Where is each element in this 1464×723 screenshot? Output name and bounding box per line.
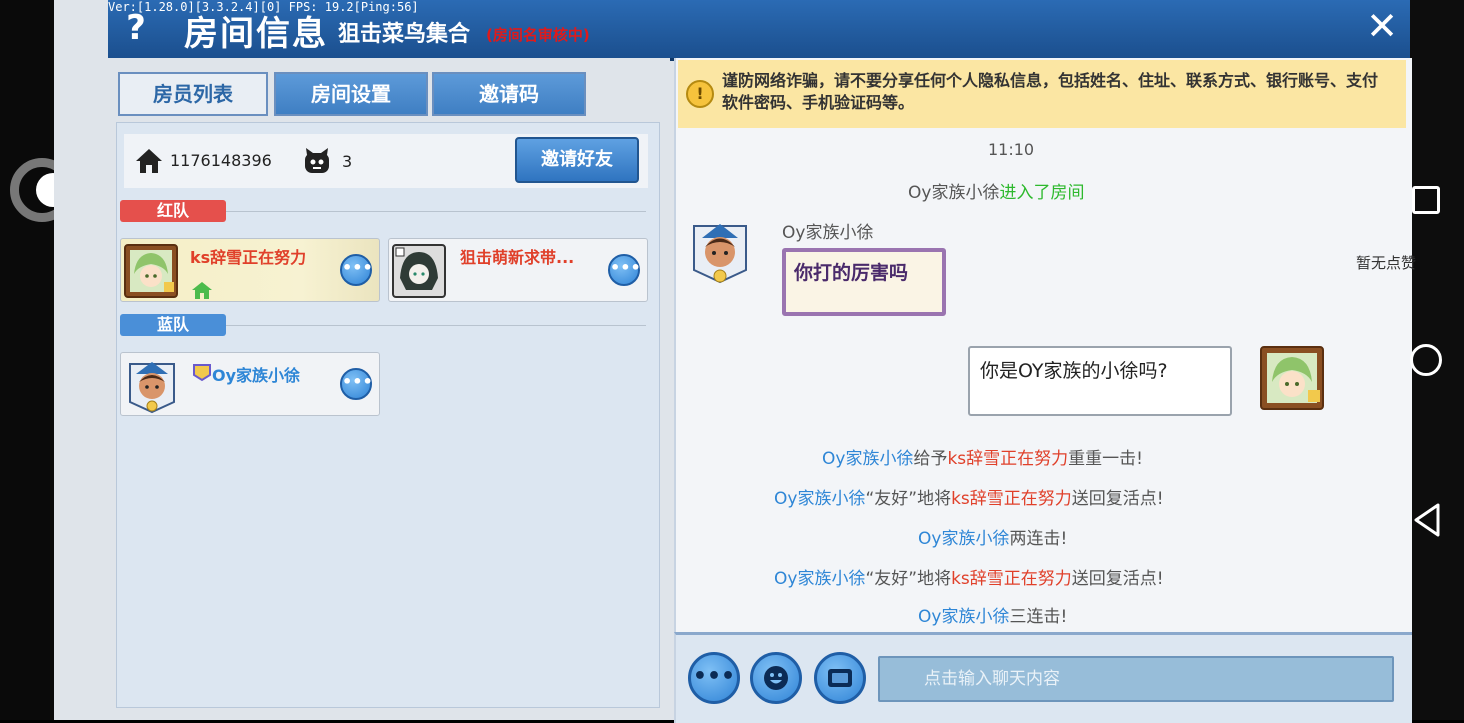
battle-event: Oy家族小徐“友好”地将ks辞雪正在努力送回复活点! (774, 484, 1164, 509)
chat-clip: Oy家族小徐三连击! (678, 600, 1406, 630)
sender-name: Oy家族小徐 (782, 223, 874, 243)
member-avatar[interactable] (392, 244, 446, 298)
chat-more-button[interactable]: ••• (688, 652, 740, 704)
host-house-icon (192, 282, 212, 299)
member-more-button[interactable]: ••• (340, 368, 373, 400)
event-actor: Oy家族小徐 (774, 489, 866, 509)
event-result: 送回复活点! (1071, 569, 1164, 589)
recent-apps-icon[interactable] (1412, 186, 1440, 214)
event-target: ks辞雪正在努力 (947, 449, 1069, 469)
join-message: Oy家族小徐进入了房间 (908, 178, 1084, 203)
event-verb: “友好”地将 (865, 489, 952, 509)
event-target: ks辞雪正在努力 (951, 569, 1072, 589)
event-result: 送回复活点! (1071, 489, 1164, 509)
sender-avatar[interactable] (688, 216, 752, 286)
home-icon (136, 149, 162, 173)
no-likes-label: 暂无点赞 (1356, 254, 1417, 272)
event-actor: Oy家族小徐 (822, 449, 914, 469)
member-more-button[interactable]: ••• (608, 254, 641, 286)
close-button[interactable]: ✕ (1362, 6, 1402, 46)
warning-icon: ! (686, 80, 714, 108)
battle-event: Oy家族小徐“友好”地将ks辞雪正在努力送回复活点! (774, 564, 1164, 589)
tab-room-settings[interactable]: 房间设置 (274, 72, 428, 116)
event-actor: Oy家族小徐 (774, 569, 866, 589)
chat-message-text: 你打的厉害吗 (794, 262, 909, 284)
left-edge (0, 0, 54, 720)
chat-input[interactable]: 点击输入聊天内容 (878, 656, 1394, 702)
event-result: 两连击! (1009, 529, 1068, 549)
member-avatar[interactable] (124, 356, 180, 414)
battle-event: Oy家族小徐两连击! (918, 524, 1067, 549)
member-more-button[interactable]: ••• (340, 254, 373, 286)
back-icon[interactable] (1412, 502, 1442, 538)
player-count-icon (305, 148, 329, 173)
fraud-warning-text: 谨防网络诈骗，请不要分享任何个人隐私信息，包括姓名、住址、联系方式、银行账号、支… (722, 71, 1379, 112)
room-name-status: (房间名审核中) (486, 26, 590, 44)
blue-team-label: 蓝队 (120, 314, 226, 336)
card-message-icon (828, 669, 852, 687)
emoji-button[interactable] (750, 652, 802, 704)
blue-team-divider (226, 325, 646, 326)
message-time: 11:10 (988, 140, 1035, 159)
room-name: 狙击菜鸟集合 (338, 22, 471, 47)
clan-badge-icon (193, 364, 211, 382)
event-actor: Oy家族小徐 (918, 607, 1010, 627)
battle-event: Oy家族小徐给予ks辞雪正在努力重重一击! (822, 444, 1143, 469)
player-count: 3 (342, 152, 353, 171)
join-user: Oy家族小徐 (908, 183, 1000, 203)
member-name: ks辞雪正在努力 (190, 248, 307, 267)
event-target: ks辞雪正在努力 (951, 489, 1072, 509)
event-result: 重重一击! (1068, 449, 1143, 469)
chat-message-text: 你是OY家族的小徐吗? (980, 360, 1168, 382)
tab-invite-code[interactable]: 邀请码 (432, 72, 586, 116)
member-avatar[interactable] (124, 244, 178, 298)
battle-event: Oy家族小徐三连击! (918, 602, 1067, 627)
home-nav-icon[interactable] (1410, 344, 1442, 376)
member-name: Oy家族小徐 (212, 366, 301, 385)
event-verb: 给予 (913, 449, 948, 469)
event-result: 三连击! (1009, 607, 1068, 627)
tab-member-list[interactable]: 房员列表 (118, 72, 268, 116)
event-actor: Oy家族小徐 (918, 529, 1010, 549)
member-name: 狙击萌新求带... (460, 248, 575, 267)
page-title: 房间信息 (184, 14, 328, 54)
red-team-label: 红队 (120, 200, 226, 222)
self-avatar[interactable] (1260, 346, 1324, 410)
room-id: 1176148396 (170, 151, 272, 170)
emoji-icon (764, 666, 788, 690)
event-verb: “友好”地将 (865, 569, 952, 589)
help-button[interactable]: ? (118, 8, 154, 48)
join-action: 进入了房间 (999, 183, 1085, 203)
quick-message-button[interactable] (814, 652, 866, 704)
red-team-divider (226, 211, 646, 212)
invite-friends-button[interactable]: 邀请好友 (515, 137, 639, 183)
